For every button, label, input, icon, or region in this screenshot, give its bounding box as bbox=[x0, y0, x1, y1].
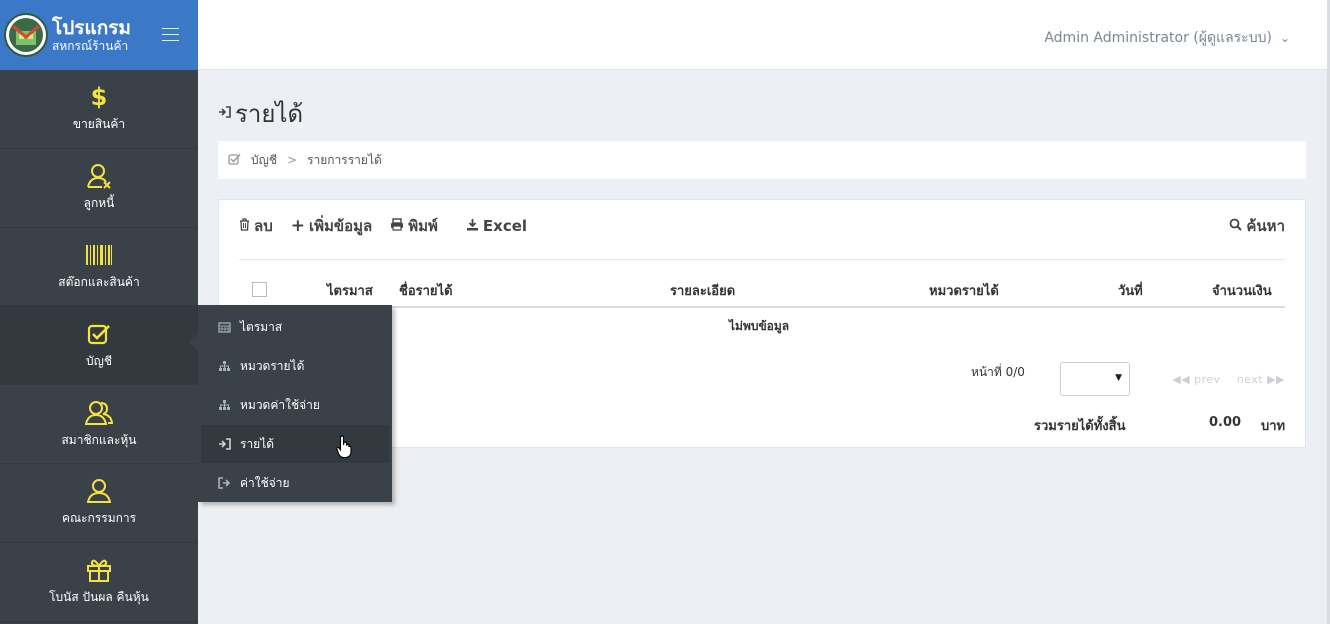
logo bbox=[4, 13, 48, 57]
prev-button[interactable]: ◀◀ prev bbox=[1172, 373, 1220, 386]
submenu-item-expense-category[interactable]: หมวดค่าใช้จ่าย bbox=[201, 386, 389, 424]
trash-icon bbox=[239, 217, 250, 235]
column-header-detail[interactable]: รายละเอียด bbox=[670, 280, 735, 301]
select-all-checkbox[interactable] bbox=[252, 282, 267, 297]
total-label: รวมรายได้ทั้งสิ้น bbox=[1034, 419, 1126, 434]
brand-header: โปรแกรม สหกรณ์ร้านค้า bbox=[0, 0, 198, 70]
sidebar-item-label: สต๊อกและสินค้า bbox=[58, 274, 140, 289]
print-button[interactable]: พิมพ์ bbox=[390, 214, 438, 238]
total-amount: 0.00 bbox=[1209, 415, 1242, 430]
sidebar-item-sales[interactable]: $ ขายสินค้า bbox=[0, 70, 198, 149]
sign-in-icon bbox=[218, 106, 231, 121]
column-header-category[interactable]: หมวดรายได้ bbox=[929, 280, 999, 301]
caret-down-icon: ▼ bbox=[1115, 373, 1122, 383]
sign-out-icon bbox=[218, 477, 236, 489]
add-label: เพิ่มข้อมูล bbox=[308, 217, 373, 235]
column-header-quarter[interactable]: ไตรมาส bbox=[327, 280, 373, 301]
search-icon bbox=[1229, 217, 1243, 235]
total-unit: บาท bbox=[1261, 419, 1286, 434]
search-label: ค้นหา bbox=[1246, 217, 1285, 235]
toolbar-divider bbox=[239, 259, 1285, 260]
submenu-item-label: รายได้ bbox=[240, 436, 275, 451]
submenu-item-label: ไตรมาส bbox=[240, 319, 283, 334]
download-icon bbox=[466, 218, 479, 235]
search-button[interactable]: ค้นหา bbox=[1229, 214, 1285, 238]
sitemap-icon bbox=[218, 360, 236, 372]
sidebar-item-members[interactable]: สมาชิกและหุ้น bbox=[0, 385, 198, 464]
brand-subtitle: สหกรณ์ร้านค้า bbox=[52, 39, 129, 53]
excel-label: Excel bbox=[482, 217, 528, 235]
submenu-item-label: หมวดรายได้ bbox=[240, 358, 305, 373]
page-title: รายได้ bbox=[218, 94, 303, 133]
user-menu[interactable]: Admin Administrator (ผู้ดูแลระบบ) ⌄ bbox=[1044, 27, 1290, 49]
submenu-item-income-category[interactable]: หมวดรายได้ bbox=[201, 347, 389, 385]
dollar-icon: $ bbox=[90, 83, 108, 112]
users-icon bbox=[85, 399, 113, 427]
sidebar-item-label: บัญชี bbox=[86, 353, 112, 368]
empty-message: ไม่พบข้อมูล bbox=[729, 319, 790, 333]
hamburger-menu-icon[interactable] bbox=[162, 28, 179, 46]
submenu-caret bbox=[189, 333, 198, 351]
page-size-select[interactable]: ▼ bbox=[1060, 362, 1130, 396]
breadcrumb-current: รายการรายได้ bbox=[307, 152, 382, 167]
sidebar-item-label: ลูกหนี้ bbox=[83, 196, 115, 211]
user-name: Admin Administrator (ผู้ดูแลระบบ) bbox=[1044, 30, 1272, 46]
submenu-item-quarter[interactable]: ไตรมาส bbox=[201, 308, 389, 346]
sidebar-item-committee[interactable]: คณะกรรมการ bbox=[0, 464, 198, 543]
column-header-amount[interactable]: จำนวนเงิน bbox=[1212, 280, 1272, 301]
print-icon bbox=[390, 217, 404, 235]
excel-button[interactable]: Excel bbox=[466, 217, 527, 235]
pagination: ◀◀ prev next ▶▶ bbox=[1172, 373, 1285, 386]
user-icon bbox=[86, 477, 112, 505]
sidebar-item-label: คณะกรรมการ bbox=[61, 511, 137, 526]
plus-icon: + bbox=[290, 216, 305, 236]
calendar-icon bbox=[218, 321, 236, 333]
column-header-income-name[interactable]: ชื่อรายได้ bbox=[399, 280, 453, 301]
column-header-date[interactable]: วันที่ bbox=[1118, 280, 1143, 301]
user-x-icon bbox=[86, 162, 112, 190]
sidebar-item-debtors[interactable]: ลูกหนี้ bbox=[0, 149, 198, 228]
sidebar-item-bonus[interactable]: โบนัส ปันผล คืนหุ้น bbox=[0, 543, 198, 622]
delete-label: ลบ bbox=[254, 217, 273, 235]
table-header: ไตรมาส ชื่อรายได้ รายละเอียด หมวดรายได้ … bbox=[239, 274, 1285, 308]
submenu-item-expense[interactable]: ค่าใช้จ่าย bbox=[201, 464, 389, 502]
sidebar-item-label: สมาชิกและหุ้น bbox=[61, 432, 137, 447]
submenu-item-label: หมวดค่าใช้จ่าย bbox=[240, 397, 320, 412]
prev-label: prev bbox=[1194, 373, 1221, 386]
breadcrumb-separator: > bbox=[287, 153, 298, 167]
print-label: พิมพ์ bbox=[408, 217, 438, 235]
sitemap-icon bbox=[218, 399, 236, 411]
sign-in-icon bbox=[218, 438, 236, 450]
breadcrumb: บัญชี > รายการรายได้ bbox=[218, 141, 1306, 179]
submenu-item-income[interactable]: รายได้ bbox=[201, 425, 389, 463]
barcode-icon bbox=[85, 241, 113, 269]
next-button[interactable]: next ▶▶ bbox=[1237, 373, 1285, 386]
chevron-down-icon: ⌄ bbox=[1279, 31, 1290, 45]
gift-icon bbox=[86, 556, 112, 584]
add-button[interactable]: + เพิ่มข้อมูล bbox=[291, 214, 373, 238]
top-header: Admin Administrator (ผู้ดูแลระบบ) ⌄ bbox=[198, 0, 1330, 70]
sidebar-item-stock[interactable]: สต๊อกและสินค้า bbox=[0, 228, 198, 307]
sidebar: โปรแกรม สหกรณ์ร้านค้า $ ขายสินค้า ลูกหนี… bbox=[0, 0, 198, 624]
next-label: next bbox=[1236, 373, 1264, 386]
hand-cursor-icon bbox=[336, 435, 352, 463]
accounts-submenu: ไตรมาส หมวดรายได้ หมวดค่าใช้จ่าย รายได้ … bbox=[198, 305, 392, 502]
sidebar-item-label: โบนัส ปันผล คืนหุ้น bbox=[49, 590, 149, 605]
page-indicator: หน้าที่ 0/0 bbox=[971, 365, 1025, 379]
check-square-icon bbox=[228, 153, 241, 168]
sidebar-item-accounts[interactable]: บัญชี bbox=[0, 306, 198, 386]
breadcrumb-root[interactable]: บัญชี bbox=[251, 151, 277, 170]
sidebar-item-label: ขายสินค้า bbox=[72, 117, 126, 132]
submenu-item-label: ค่าใช้จ่าย bbox=[240, 475, 290, 490]
brand-title: โปรแกรม bbox=[52, 17, 131, 39]
toolbar: ลบ + เพิ่มข้อมูล พิมพ์ Excel bbox=[239, 214, 545, 238]
delete-button[interactable]: ลบ bbox=[239, 214, 273, 238]
checkbox-icon bbox=[87, 320, 111, 348]
page-title-text: รายได้ bbox=[235, 100, 304, 128]
